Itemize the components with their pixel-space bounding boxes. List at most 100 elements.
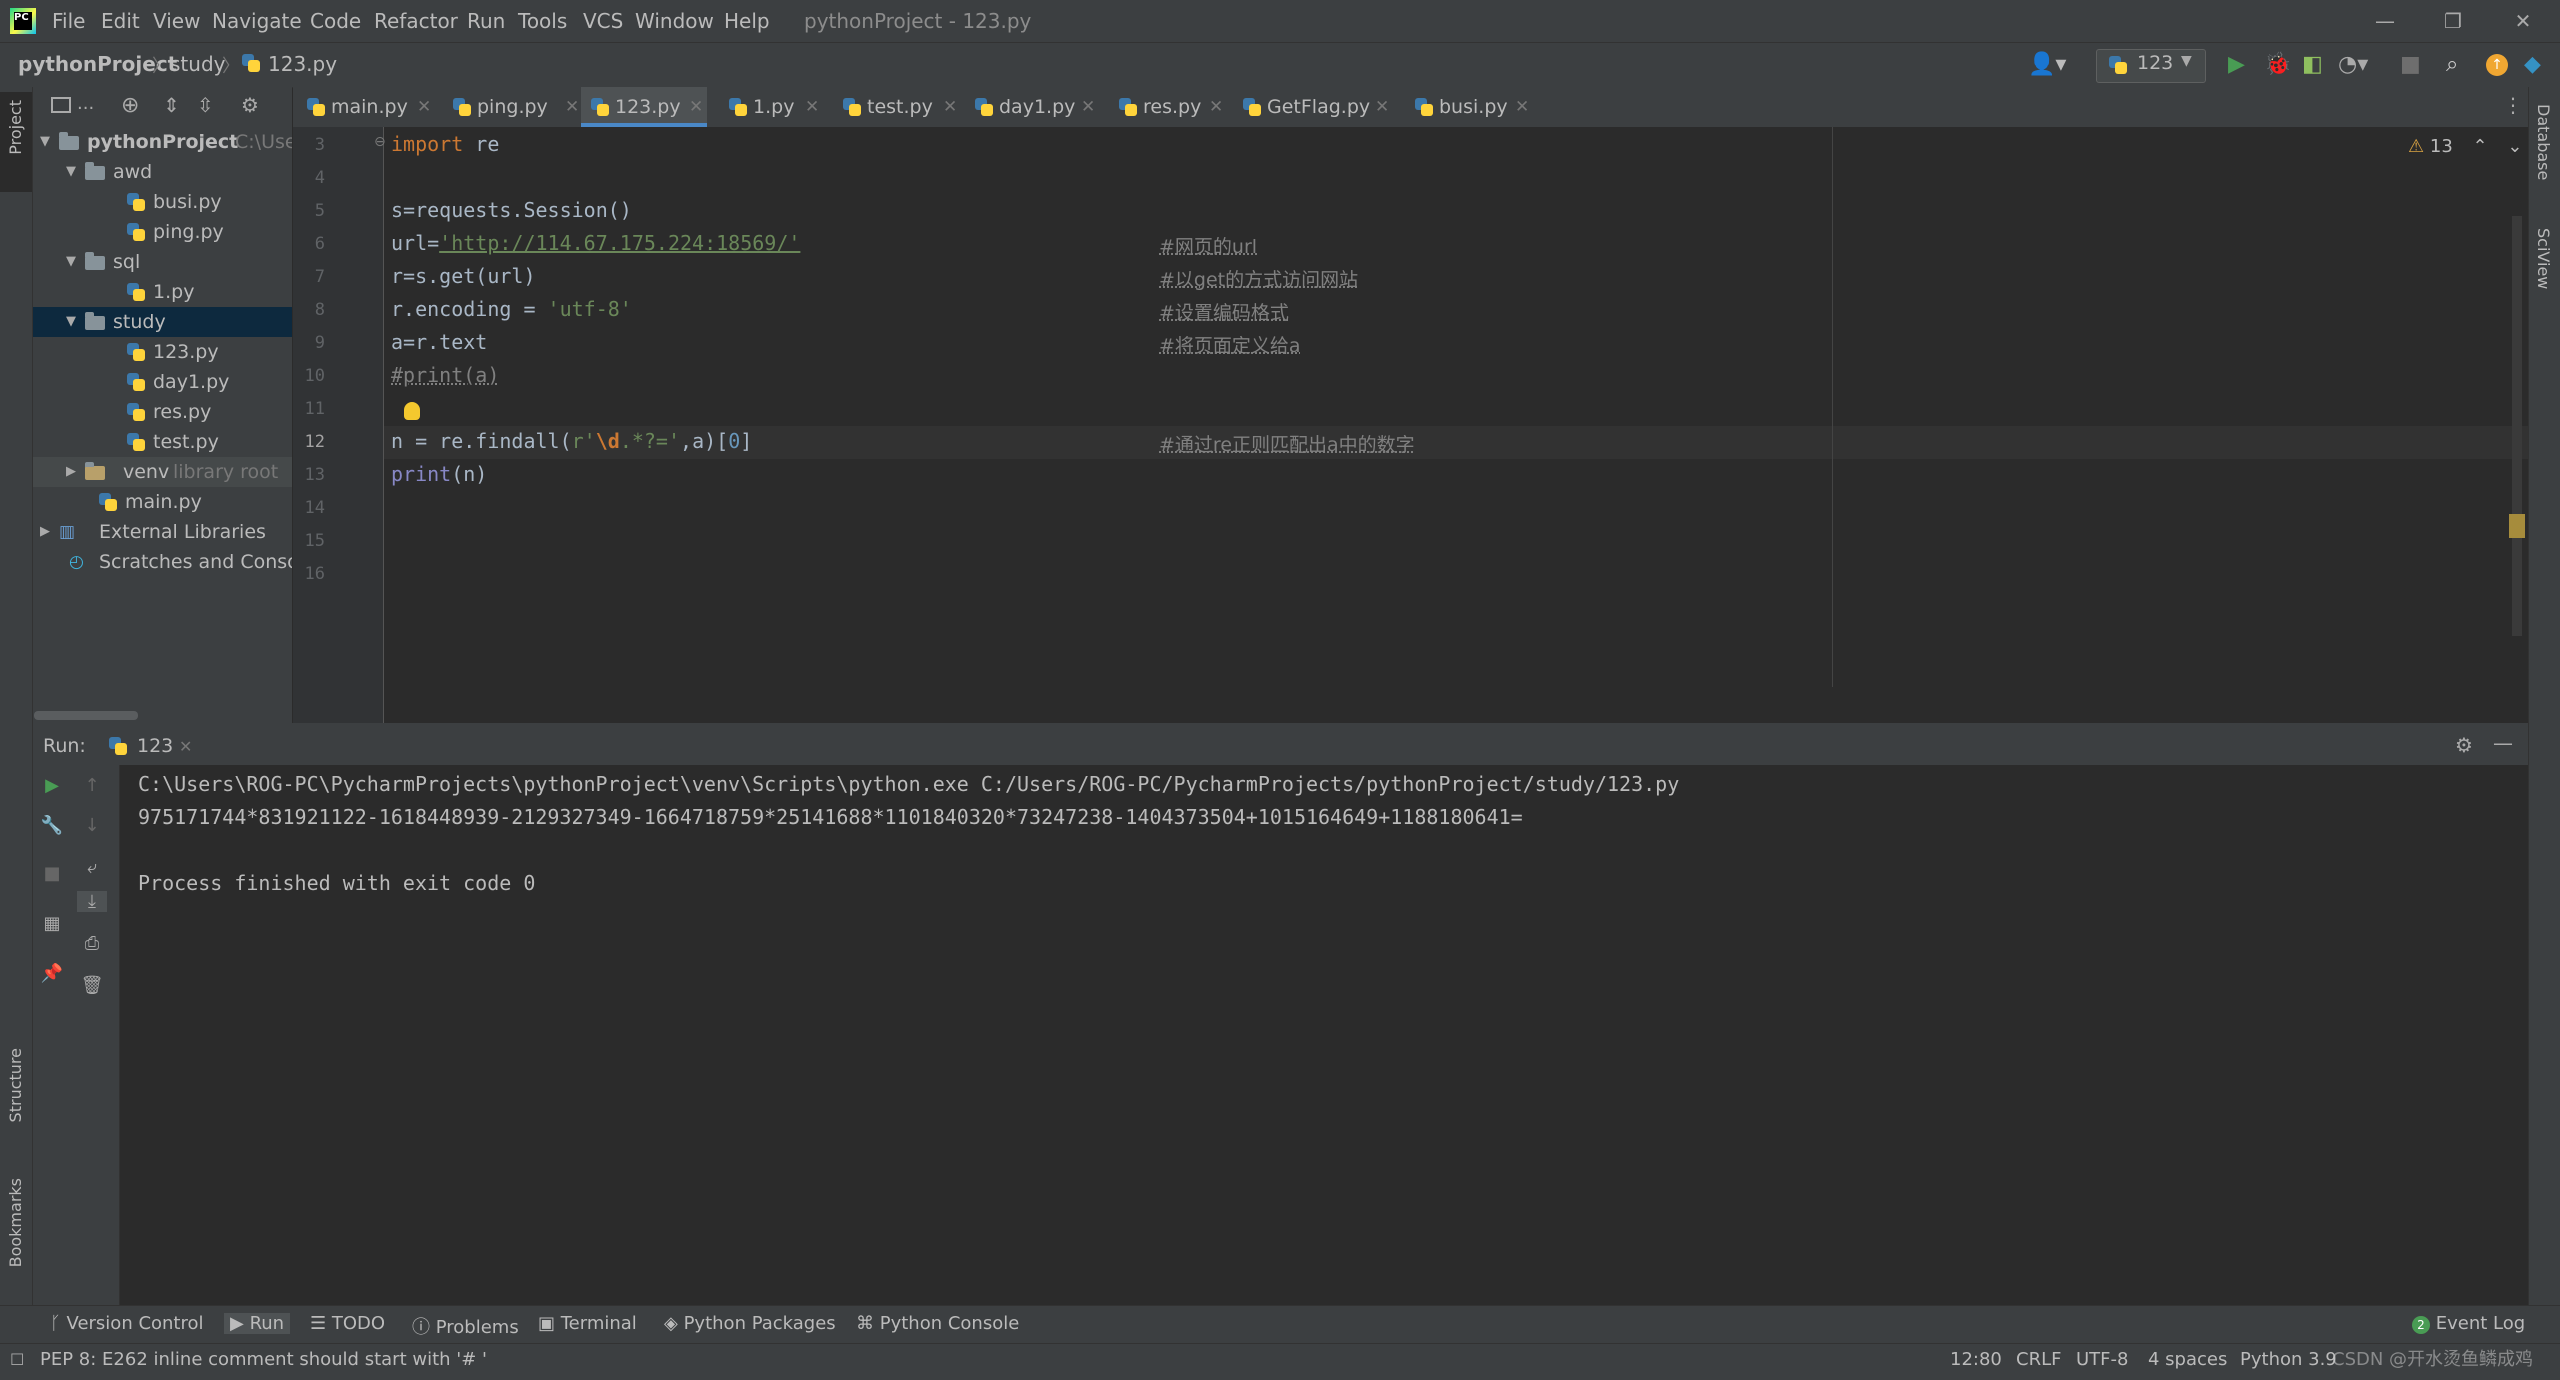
locate-icon[interactable]: ⊕ bbox=[121, 93, 139, 118]
tree-item-pythonproject[interactable]: ▼ pythonProject C:\Use bbox=[33, 127, 292, 157]
expand-all-icon[interactable]: ⇕ bbox=[163, 93, 180, 117]
caret-position[interactable]: 12:80 bbox=[1950, 1343, 2002, 1377]
menu-help[interactable]: Help bbox=[724, 9, 770, 33]
menu-refactor[interactable]: Refactor bbox=[374, 9, 458, 33]
tab-getflag-py[interactable]: GetFlag.py ✕ bbox=[1243, 87, 1393, 127]
update-icon[interactable]: ↑ bbox=[2486, 54, 2508, 76]
trash-icon[interactable]: 🗑 bbox=[77, 975, 107, 996]
gear-icon[interactable]: ⚙ bbox=[241, 93, 259, 117]
tree-item-sql[interactable]: ▼ sql bbox=[33, 247, 292, 277]
profile-icon[interactable]: ◔▾ bbox=[2338, 52, 2368, 78]
version-control-tab[interactable]: ᚴ Version Control bbox=[50, 1313, 204, 1334]
tab-ping-py[interactable]: ping.py ✕ bbox=[453, 87, 581, 127]
close-icon[interactable]: ✕ bbox=[943, 87, 957, 127]
tree-item-1py[interactable]: 1.py bbox=[33, 277, 292, 307]
python-interpreter[interactable]: Python 3.9 bbox=[2240, 1343, 2337, 1377]
line-separator[interactable]: CRLF bbox=[2016, 1343, 2061, 1377]
pin-icon[interactable]: 📌 bbox=[37, 963, 67, 984]
tree-item-study[interactable]: ▼ study bbox=[33, 307, 292, 337]
tab-main-py[interactable]: main.py ✕ bbox=[307, 87, 433, 127]
editor-scrollbar[interactable] bbox=[2512, 216, 2522, 636]
tree-item-main[interactable]: main.py bbox=[33, 487, 292, 517]
more-tabs-icon[interactable]: ⋮ bbox=[2503, 93, 2523, 117]
tree-item-scratches[interactable]: ◴ Scratches and Consoles bbox=[33, 547, 292, 577]
tab-day1-py[interactable]: day1.py ✕ bbox=[975, 87, 1101, 127]
tree-item-123[interactable]: 123.py bbox=[33, 337, 292, 367]
terminal-tab[interactable]: ▣ Terminal bbox=[538, 1313, 637, 1334]
arrow-down-icon[interactable]: ↓ bbox=[77, 815, 107, 836]
menu-view[interactable]: View bbox=[153, 9, 200, 33]
close-icon[interactable]: ✕ bbox=[1375, 87, 1389, 127]
menu-vcs[interactable]: VCS bbox=[583, 9, 623, 33]
tree-item-ping[interactable]: ping.py bbox=[33, 217, 292, 247]
close-window-icon[interactable]: ✕ bbox=[2500, 4, 2546, 38]
minimize-icon[interactable]: — bbox=[2362, 4, 2408, 38]
menu-file[interactable]: File bbox=[52, 9, 85, 33]
view-mode-label[interactable]: ... bbox=[77, 93, 94, 114]
restore-icon[interactable]: ❐ bbox=[2430, 4, 2476, 38]
python-console-tab[interactable]: ⌘ Python Console bbox=[856, 1313, 1019, 1334]
menu-edit[interactable]: Edit bbox=[101, 9, 140, 33]
database-tool-tab[interactable]: Database bbox=[2534, 104, 2553, 180]
close-icon[interactable]: ✕ bbox=[1081, 87, 1095, 127]
tree-item-day1[interactable]: day1.py bbox=[33, 367, 292, 397]
close-icon[interactable]: ✕ bbox=[1209, 87, 1223, 127]
close-icon[interactable]: ✕ bbox=[179, 737, 192, 756]
structure-tool-tab[interactable]: Structure bbox=[6, 1048, 25, 1122]
user-icon[interactable]: 👤▾ bbox=[2028, 52, 2066, 78]
todo-tab[interactable]: ☰ TODO bbox=[310, 1313, 385, 1334]
tree-item-venv[interactable]: ▶ venv library root bbox=[33, 457, 292, 487]
rerun-icon[interactable]: ▶ bbox=[37, 775, 67, 796]
coverage-icon[interactable]: ◧ bbox=[2302, 52, 2323, 78]
menu-run[interactable]: Run bbox=[467, 9, 505, 33]
menu-code[interactable]: Code bbox=[310, 9, 361, 33]
close-icon[interactable]: ✕ bbox=[1515, 87, 1529, 127]
soft-wrap-icon[interactable]: ⤶ bbox=[77, 857, 107, 878]
search-icon[interactable]: ⌕ bbox=[2446, 52, 2458, 78]
gear-icon[interactable]: ⚙ bbox=[2455, 733, 2473, 757]
scroll-to-end-icon[interactable]: ⤓ bbox=[77, 891, 107, 912]
breadcrumb-folder[interactable]: study bbox=[170, 52, 225, 76]
print-icon[interactable]: ⎙ bbox=[77, 933, 107, 954]
collapse-all-icon[interactable]: ⇳ bbox=[197, 93, 214, 117]
hide-panel-icon[interactable]: — bbox=[2493, 731, 2513, 755]
bookmarks-tool-tab[interactable]: Bookmarks bbox=[6, 1178, 25, 1267]
chevron-up-icon[interactable]: ⌃ bbox=[2473, 136, 2488, 157]
code-editor[interactable] bbox=[384, 127, 2528, 723]
arrow-up-icon[interactable]: ↑ bbox=[77, 775, 107, 796]
view-mode-icon[interactable] bbox=[51, 97, 71, 113]
toolbox-icon[interactable]: ◆ bbox=[2524, 52, 2541, 78]
status-message[interactable]: PEP 8: E262 inline comment should start … bbox=[40, 1343, 487, 1377]
python-packages-tab[interactable]: ◈ Python Packages bbox=[664, 1313, 836, 1334]
menu-tools[interactable]: Tools bbox=[518, 9, 567, 33]
inspection-widget[interactable]: ⚠ 13 ⌃ ⌄ bbox=[2408, 136, 2522, 157]
run-console[interactable] bbox=[120, 765, 2528, 1305]
tab-res-py[interactable]: res.py ✕ bbox=[1119, 87, 1229, 127]
run-tab[interactable]: ▶ Run bbox=[224, 1313, 291, 1334]
tab-test-py[interactable]: test.py ✕ bbox=[843, 87, 963, 127]
tree-horizontal-scrollbar[interactable] bbox=[34, 711, 138, 720]
close-icon[interactable]: ✕ bbox=[565, 87, 579, 127]
tree-item-res[interactable]: res.py bbox=[33, 397, 292, 427]
close-icon[interactable]: ✕ bbox=[805, 87, 819, 127]
sciview-tool-tab[interactable]: SciView bbox=[2534, 228, 2553, 289]
debug-icon[interactable]: 🐞 bbox=[2264, 52, 2291, 78]
tree-item-awd[interactable]: ▼ awd bbox=[33, 157, 292, 187]
breadcrumb-file[interactable]: 123.py bbox=[268, 52, 337, 76]
project-tool-tab[interactable]: Project bbox=[0, 92, 32, 192]
fold-icon[interactable]: ⊖ bbox=[374, 134, 386, 150]
error-stripe-marker[interactable] bbox=[2509, 514, 2525, 538]
menu-navigate[interactable]: Navigate bbox=[212, 9, 302, 33]
tab-1-py[interactable]: 1.py ✕ bbox=[729, 87, 823, 127]
tree-item-external-libraries[interactable]: ▶ ▥ External Libraries bbox=[33, 517, 292, 547]
event-log-tab[interactable]: 2 Event Log bbox=[2412, 1313, 2525, 1334]
run-tab-label[interactable]: 123 bbox=[137, 735, 173, 757]
tab-busi-py[interactable]: busi.py ✕ bbox=[1415, 87, 1535, 127]
tree-item-test[interactable]: test.py bbox=[33, 427, 292, 457]
indent-setting[interactable]: 4 spaces bbox=[2148, 1343, 2227, 1377]
close-icon[interactable]: ✕ bbox=[689, 87, 703, 127]
tab-123-py[interactable]: 123.py ✕ bbox=[581, 87, 707, 127]
run-config-selector[interactable]: 123 ▼ bbox=[2096, 49, 2206, 83]
wrench-icon[interactable]: 🔧 bbox=[37, 815, 67, 836]
menu-window[interactable]: Window bbox=[635, 9, 714, 33]
